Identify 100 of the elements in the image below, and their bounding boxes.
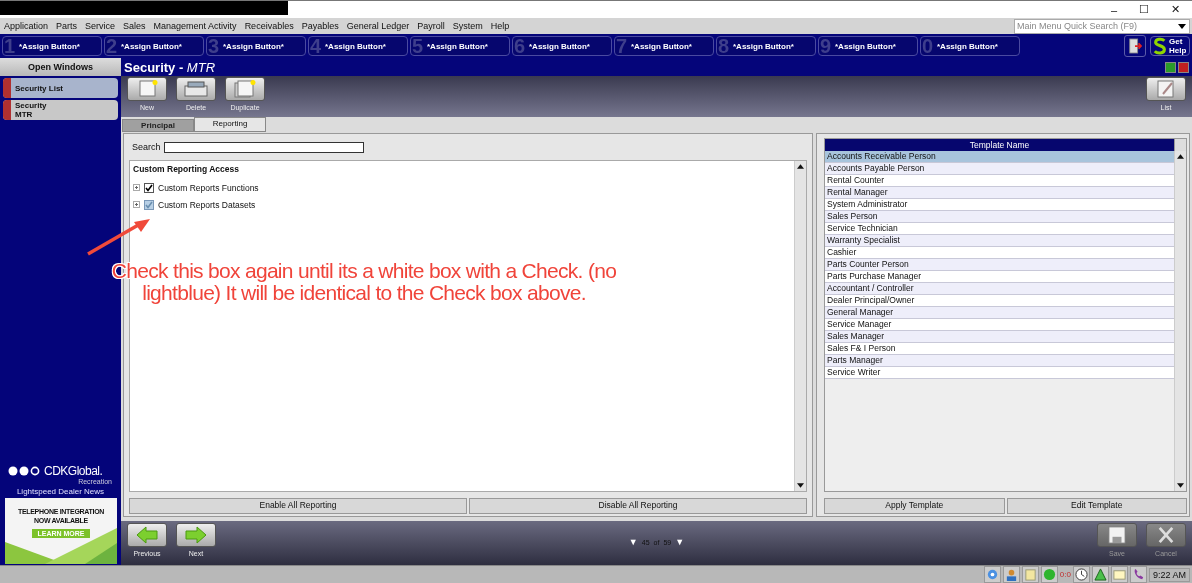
open-window-item[interactable]: Security MTR (3, 100, 118, 120)
table-row[interactable]: Sales Person (825, 211, 1174, 223)
key-number: 1 (4, 36, 17, 56)
clock-icon[interactable] (1072, 566, 1090, 583)
circles-logo-icon (8, 466, 42, 476)
key-number: 7 (616, 36, 629, 56)
search-field[interactable] (163, 141, 364, 153)
expand-icon[interactable] (133, 184, 140, 191)
message-counter: 0:0 (1059, 570, 1071, 579)
table-row[interactable]: Cashier (825, 247, 1174, 259)
scroll-down-icon[interactable] (797, 483, 804, 488)
news-title: Lightspeed Dealer News (15, 487, 106, 496)
open-window-item[interactable]: Security List (3, 78, 118, 98)
assign-label: *Assign Button* (733, 41, 794, 51)
window-control-button[interactable]: ✕ (1171, 3, 1180, 16)
panel-button[interactable]: Disable All Reporting (469, 498, 807, 514)
tab[interactable]: Reporting (194, 117, 266, 132)
panel-button[interactable]: Apply Template (824, 498, 1005, 514)
menu-item[interactable]: System (452, 21, 483, 31)
key-number: 4 (310, 36, 323, 56)
scroll-up-icon[interactable] (1177, 154, 1184, 159)
phone-icon[interactable] (1129, 566, 1147, 583)
table-row[interactable]: Accounts Payable Person (825, 163, 1174, 175)
table-row[interactable]: General Manager (825, 307, 1174, 319)
window-control-button[interactable]: ☐ (1139, 3, 1149, 16)
menu-item[interactable]: Service (85, 21, 116, 31)
envelope-icon[interactable] (1110, 566, 1128, 583)
table-row[interactable]: Parts Counter Person (825, 259, 1174, 271)
next-button[interactable] (176, 523, 216, 547)
window-control-button[interactable]: – (1110, 3, 1117, 16)
trash-tray-icon (183, 81, 209, 97)
toolbar-button[interactable] (225, 77, 265, 101)
menu-item[interactable]: General Ledger (346, 21, 410, 31)
menu-item[interactable]: Sales (123, 21, 146, 31)
scroll-down-icon[interactable] (1177, 483, 1184, 488)
scrollbar[interactable] (1174, 151, 1186, 491)
menu-item[interactable]: Application (4, 21, 49, 31)
table-row[interactable]: Service Technician (825, 223, 1174, 235)
tree-item-label[interactable]: Custom Reports Datasets (158, 199, 256, 210)
checkbox[interactable] (144, 199, 154, 210)
logo-text: CDKGlobal. (44, 464, 103, 478)
table-row[interactable]: Sales F& I Person (825, 343, 1174, 355)
list-button[interactable] (1146, 77, 1186, 101)
table-row[interactable]: Accounts Receivable Person (825, 151, 1174, 163)
quick-search-field[interactable]: Main Menu Quick Search (F9) (1014, 18, 1190, 34)
panel-button[interactable]: Edit Template (1006, 498, 1187, 514)
s-logo-icon (1153, 37, 1167, 55)
right-arrow-icon (184, 526, 208, 544)
key-number: 9 (820, 36, 833, 56)
gear-icon[interactable] (983, 566, 1001, 583)
warning-icon[interactable] (1091, 566, 1109, 583)
key-number: 5 (412, 36, 425, 56)
get-help-button[interactable]: Get Help (1150, 36, 1190, 56)
left-arrow-icon (135, 526, 159, 544)
restore-icon[interactable] (1165, 61, 1176, 73)
menu-item[interactable]: Payables (301, 21, 339, 31)
table-row[interactable]: Service Manager (825, 319, 1174, 331)
toolbar-button[interactable] (127, 77, 167, 101)
menu-item[interactable]: Payroll (417, 21, 445, 31)
menu-item[interactable]: Management Activity (153, 21, 237, 31)
next-record-button[interactable]: ▼ (675, 537, 685, 547)
table-row[interactable]: Rental Counter (825, 175, 1174, 187)
exit-door-icon[interactable] (1124, 35, 1146, 57)
table-row[interactable]: Parts Manager (825, 355, 1174, 367)
panel-button[interactable]: Enable All Reporting (129, 498, 467, 514)
person-icon[interactable] (1002, 566, 1020, 583)
table-row[interactable]: Rental Manager (825, 187, 1174, 199)
table-row[interactable]: Service Writer (825, 367, 1174, 379)
menu-item[interactable]: Receivables (244, 21, 294, 31)
table-row[interactable]: Dealer Principal/Owner (825, 295, 1174, 307)
tree-item-label[interactable]: Custom Reports Functions (158, 182, 259, 193)
assign-label: *Assign Button* (121, 41, 182, 51)
menu-item[interactable]: Parts (56, 21, 78, 31)
new-page-icon (233, 80, 257, 98)
table-row[interactable]: Accountant / Controller (825, 283, 1174, 295)
tab[interactable]: Principal (122, 119, 194, 132)
scroll-up-icon[interactable] (797, 164, 804, 169)
column-header[interactable]: Template Name (825, 139, 1174, 151)
table-row[interactable]: Sales Manager (825, 331, 1174, 343)
table-row[interactable]: System Administrator (825, 199, 1174, 211)
close-icon[interactable] (1178, 61, 1189, 73)
expand-icon[interactable] (133, 201, 140, 208)
toolbar-button[interactable] (176, 77, 216, 101)
table-row[interactable]: Warranty Specialist (825, 235, 1174, 247)
assign-label: *Assign Button* (427, 41, 488, 51)
menu-item[interactable]: Help (490, 21, 510, 31)
key-number: 8 (718, 36, 731, 56)
assign-label: *Assign Button* (529, 41, 590, 51)
key-number: 0 (922, 36, 935, 56)
assign-label: *Assign Button* (223, 41, 284, 51)
previous-button[interactable] (127, 523, 167, 547)
assign-label: *Assign Button* (19, 41, 80, 51)
window-title: Security - MTR (124, 59, 216, 75)
table-row[interactable]: Parts Purchase Manager (825, 271, 1174, 283)
checkbox[interactable] (144, 182, 154, 193)
previous-record-button[interactable]: ▼ (628, 537, 638, 547)
scrollbar[interactable] (794, 161, 806, 491)
clock-time: 9:22 AM (1148, 567, 1190, 582)
assign-label: *Assign Button* (937, 41, 998, 51)
key-number: 6 (514, 36, 527, 56)
